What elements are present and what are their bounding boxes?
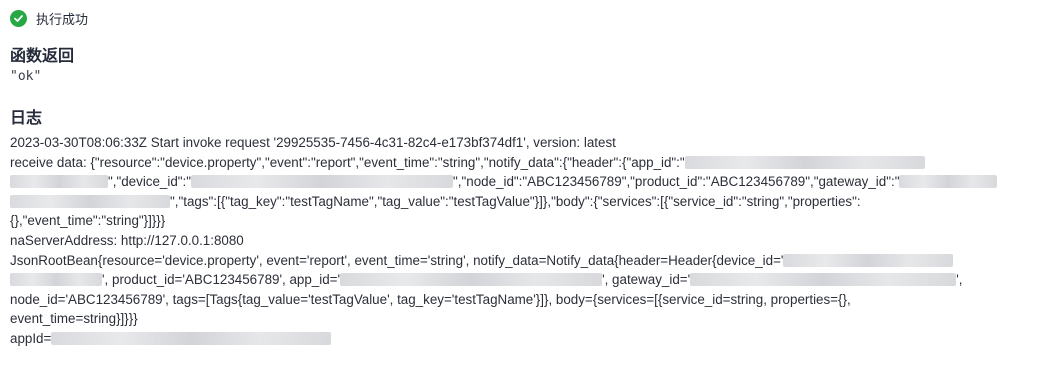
log-line: JsonRootBean{resource='device.property',…	[10, 251, 1040, 271]
redacted-text	[684, 155, 925, 169]
return-section-title: 函数返回	[10, 48, 75, 65]
log-line: 2023-03-30T08:06:33Z Start invoke reques…	[10, 135, 616, 150]
redacted-text	[340, 273, 603, 287]
redacted-text	[783, 253, 954, 267]
log-line: node_id='ABC123456789', tags=[Tags{tag_v…	[10, 291, 851, 307]
log-line: {},"event_time":"string"}]}}}	[10, 213, 166, 229]
log-line: event_time=string}]}}}	[10, 311, 138, 327]
log-section-title: 日志	[10, 110, 43, 127]
check-circle-icon	[10, 9, 27, 27]
redacted-text	[10, 175, 108, 189]
redacted-text	[10, 273, 102, 287]
status-text: 执行成功	[36, 11, 89, 27]
log-line: ","device_id":" ","node_id":"ABC123456789…	[10, 172, 1040, 192]
redacted-text	[10, 194, 170, 208]
return-value: "ok"	[10, 69, 42, 84]
log-line: ', product_id='ABC123456789', app_id=' ',…	[10, 270, 1040, 290]
redacted-text	[51, 331, 332, 345]
execution-status: 执行成功	[10, 8, 88, 28]
log-output: 2023-03-30T08:06:33Z Start invoke reques…	[10, 133, 1040, 349]
log-line: appId=	[10, 329, 1040, 349]
redacted-text	[690, 273, 957, 287]
log-line: ","tags":[{"tag_key":"testTagName","tag_…	[10, 192, 1040, 212]
redacted-text	[191, 175, 454, 189]
log-line: naServerAddress: http://127.0.0.1:8080	[10, 232, 244, 248]
redacted-text	[899, 175, 998, 189]
log-line: receive data: {"resource":"device.proper…	[10, 153, 1040, 173]
